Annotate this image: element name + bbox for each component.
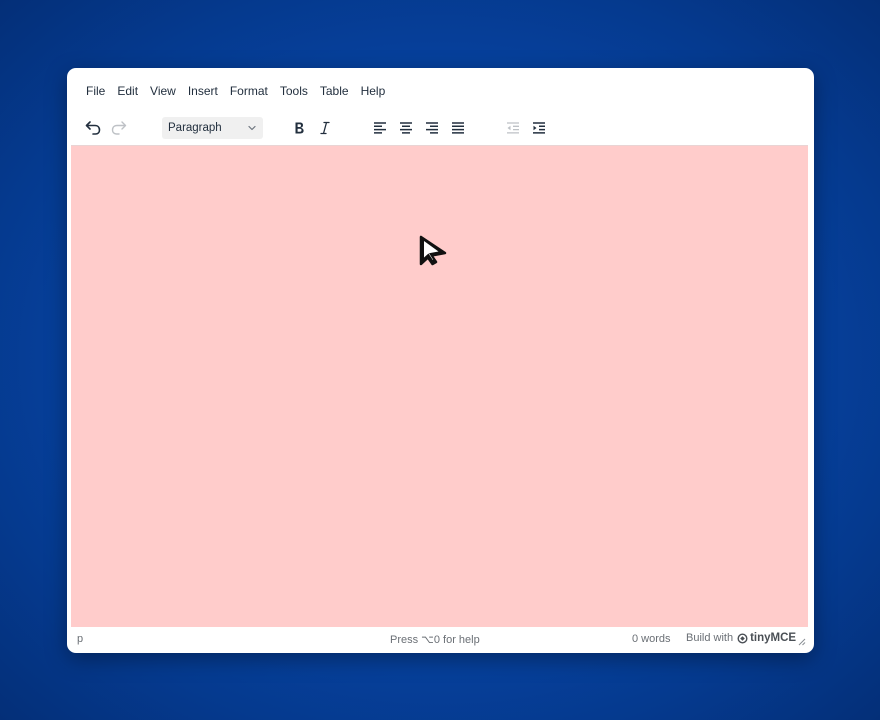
statusbar: p Press ⌥0 for help 0 words Build with t… [67,627,814,653]
indent-icon [533,122,545,134]
menu-file[interactable]: File [81,80,110,102]
justify-icon [452,122,464,134]
menu-view[interactable]: View [145,80,181,102]
word-count[interactable]: 0 words [632,633,671,645]
align-center-button[interactable] [393,115,419,141]
toolbar: Paragraph [67,112,814,144]
redo-button[interactable] [106,115,132,141]
block-format-select[interactable]: Paragraph [162,117,263,139]
align-left-icon [374,122,386,134]
indent-button[interactable] [526,115,552,141]
brand-prefix: Build with [686,632,734,644]
chevron-down-icon [248,125,256,131]
redo-icon [111,121,127,135]
menu-edit[interactable]: Edit [112,80,143,102]
mouse-cursor-icon [419,235,447,266]
italic-button[interactable] [312,115,338,141]
block-format-label: Paragraph [168,122,222,134]
menu-table[interactable]: Table [315,80,354,102]
align-center-icon [400,122,412,134]
help-hint: Press ⌥0 for help [390,634,480,646]
brand-link[interactable]: Build with tinyMCE [686,632,796,644]
italic-icon [320,121,330,135]
undo-icon [85,121,101,135]
justify-button[interactable] [445,115,471,141]
element-path[interactable]: p [77,633,83,645]
menu-format[interactable]: Format [225,80,273,102]
menu-insert[interactable]: Insert [183,80,223,102]
undo-button[interactable] [80,115,106,141]
bold-icon [295,122,304,134]
align-right-button[interactable] [419,115,445,141]
outdent-button[interactable] [500,115,526,141]
tinymce-logo-icon [737,632,748,644]
bold-button[interactable] [286,115,312,141]
align-right-icon [426,122,438,134]
align-left-button[interactable] [367,115,393,141]
brand-name: tinyMCE [750,632,797,644]
menu-tools[interactable]: Tools [275,80,313,102]
menu-help[interactable]: Help [356,80,391,102]
outdent-icon [507,122,519,134]
resize-handle-icon[interactable] [798,638,806,646]
editor-window: File Edit View Insert Format Tools Table… [67,68,814,653]
editor-content-area[interactable] [71,145,808,627]
menubar: File Edit View Insert Format Tools Table… [67,68,814,114]
